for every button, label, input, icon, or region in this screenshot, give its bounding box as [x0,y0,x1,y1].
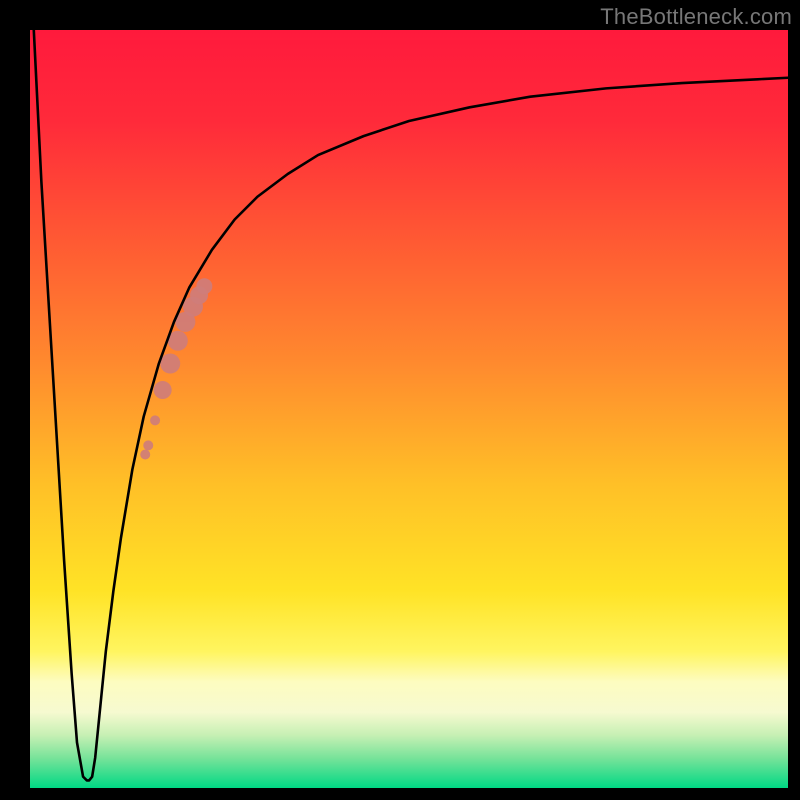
highlight-point [154,381,172,399]
highlight-point [196,278,212,294]
highlight-point [160,354,180,374]
chart-frame: TheBottleneck.com [0,0,800,800]
highlight-point [143,440,153,450]
watermark-text: TheBottleneck.com [600,4,792,30]
highlight-point [140,449,150,459]
chart-svg [30,30,788,788]
plot-area [30,30,788,788]
highlight-point [150,415,160,425]
gradient-background [30,30,788,788]
